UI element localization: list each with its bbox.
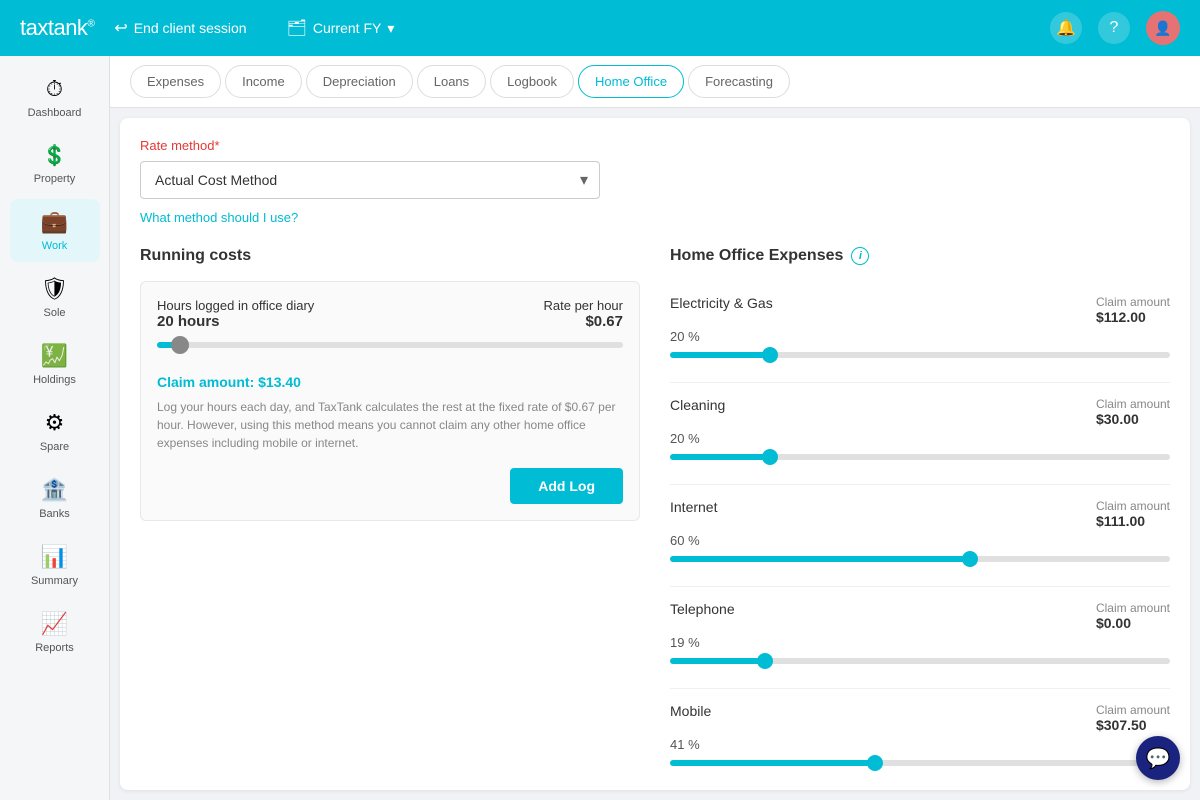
two-col-layout: Running costs Hours logged in office dia… [140,247,1170,790]
sidebar-item-dashboard[interactable]: ⏱ Dashboard [10,66,100,129]
end-session-button[interactable]: ↩ End client session [114,18,246,38]
expense-row-telephone: Telephone Claim amount $0.00 19 % [670,587,1170,689]
tab-logbook[interactable]: Logbook [490,65,574,98]
rate-method-section: Rate method* Actual Cost Method Fixed Ra… [140,138,1170,227]
rate-method-select-wrapper: Actual Cost Method Fixed Rate Method Sho… [140,161,600,199]
home-office-expenses-section: Home Office Expenses i Electricity & Gas… [670,247,1170,790]
sidebar-item-holdings[interactable]: 💹 Holdings [10,333,100,396]
header: taxtank® ↩ End client session 🗂 Current … [0,0,1200,56]
tab-loans[interactable]: Loans [417,65,486,98]
expense-row-mobile: Mobile Claim amount $307.50 41 % [670,689,1170,790]
home-office-expenses-title: Home Office Expenses i [670,247,1170,265]
tab-home-office[interactable]: Home Office [578,65,684,98]
spare-icon: ⚙ [45,410,65,436]
running-costs-claim: Claim amount: $13.40 [157,374,623,390]
cleaning-slider[interactable] [670,454,1170,470]
notifications-icon[interactable]: 🔔 [1050,12,1082,44]
expense-row-electricity: Electricity & Gas Claim amount $112.00 2… [670,281,1170,383]
running-costs-description: Log your hours each day, and TaxTank cal… [157,398,623,452]
work-icon: 💼 [41,209,68,235]
tab-forecasting[interactable]: Forecasting [688,65,790,98]
running-costs-box: Hours logged in office diary 20 hours Ra… [140,281,640,521]
logo: taxtank® [20,15,94,41]
electricity-slider[interactable] [670,352,1170,368]
sidebar-item-spare[interactable]: ⚙ Spare [10,400,100,463]
chevron-down-icon: ▾ [387,20,394,37]
expense-row-internet: Internet Claim amount $111.00 60 % [670,485,1170,587]
expense-row-cleaning: Cleaning Claim amount $30.00 20 % [670,383,1170,485]
page-content: Rate method* Actual Cost Method Fixed Ra… [120,118,1190,790]
sidebar-item-sole[interactable]: 🛡 Sole [10,266,100,329]
sidebar-item-reports[interactable]: 📈 Reports [10,601,100,664]
holdings-icon: 💹 [41,343,68,369]
rate-method-select[interactable]: Actual Cost Method Fixed Rate Method Sho… [140,161,600,199]
current-fy-button[interactable]: 🗂 Current FY ▾ [287,18,395,38]
internet-slider[interactable] [670,556,1170,572]
dashboard-icon: ⏱ [46,76,63,102]
banks-icon: 🏦 [41,477,68,503]
add-log-button[interactable]: Add Log [510,468,623,504]
hours-slider-thumb[interactable] [171,336,189,354]
tab-expenses[interactable]: Expenses [130,65,221,98]
help-icon[interactable]: ? [1098,12,1130,44]
briefcase-icon: 🗂 [287,18,307,38]
running-costs-section: Running costs Hours logged in office dia… [140,247,640,790]
hours-slider-container [157,342,623,360]
tab-depreciation[interactable]: Depreciation [306,65,413,98]
summary-icon: 📊 [41,544,68,570]
return-icon: ↩ [114,18,127,38]
hours-row: Hours logged in office diary 20 hours Ra… [157,298,623,330]
tab-income[interactable]: Income [225,65,302,98]
tab-bar: Expenses Income Depreciation Loans Logbo… [110,56,1200,108]
sidebar-item-property[interactable]: 💲 Property [10,133,100,195]
hours-label: Hours logged in office diary [157,298,314,313]
info-icon[interactable]: i [851,247,869,265]
rate-label: Rate per hour [544,298,624,313]
sole-icon: 🛡 [41,276,69,302]
mobile-slider[interactable] [670,760,1170,776]
header-right: 🔔 ? 👤 [1050,11,1180,45]
property-icon: 💲 [42,143,67,168]
hours-value: 20 hours [157,313,314,330]
reports-icon: 📈 [41,611,68,637]
rate-value: $0.67 [544,313,624,330]
chat-bubble[interactable]: 💬 [1136,736,1180,780]
rate-method-label: Rate method* [140,138,1170,153]
sidebar-item-summary[interactable]: 📊 Summary [10,534,100,597]
hours-slider-track [157,342,623,348]
running-costs-title: Running costs [140,247,640,265]
main-content: Expenses Income Depreciation Loans Logbo… [110,56,1200,800]
help-method-link[interactable]: What method should I use? [140,210,298,225]
main-layout: ⏱ Dashboard 💲 Property 💼 Work 🛡 Sole 💹 H… [0,56,1200,800]
sidebar-item-work[interactable]: 💼 Work [10,199,100,262]
sidebar-item-banks[interactable]: 🏦 Banks [10,467,100,530]
telephone-slider[interactable] [670,658,1170,674]
avatar[interactable]: 👤 [1146,11,1180,45]
sidebar: ⏱ Dashboard 💲 Property 💼 Work 🛡 Sole 💹 H… [0,56,110,800]
